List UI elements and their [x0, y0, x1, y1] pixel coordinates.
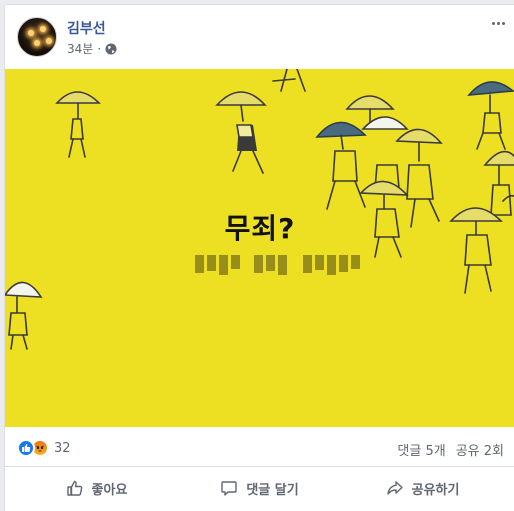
more-dots-icon[interactable]	[486, 13, 510, 33]
like-button[interactable]: 좋아요	[15, 471, 178, 505]
avatar[interactable]	[17, 17, 57, 57]
post-meta: 34분 ·	[67, 40, 117, 57]
image-headline: 무죄?	[224, 212, 296, 245]
comment-label: 댓글 달기	[246, 482, 299, 498]
post-time[interactable]: 34분	[67, 40, 93, 57]
engagement-counts: 댓글 5개 공유 2회	[397, 440, 504, 459]
thumbs-up-icon	[66, 480, 82, 496]
share-count[interactable]: 공유 2회	[456, 440, 504, 459]
share-label: 공유하기	[411, 482, 460, 498]
umbrella-people-illustration	[5, 69, 514, 350]
share-arrow-icon	[386, 481, 403, 495]
comment-icon	[221, 481, 238, 496]
blurred-caption	[195, 255, 360, 275]
post-image[interactable]: 무죄?	[5, 69, 514, 427]
like-label: 좋아요	[91, 482, 128, 498]
reaction-count: 32	[54, 440, 71, 456]
post-header: 김부선 34분 ·	[5, 5, 514, 69]
like-reaction-icon	[17, 439, 35, 457]
author-name[interactable]: 김부선	[67, 18, 106, 38]
comment-button[interactable]: 댓글 달기	[178, 471, 341, 505]
post-stats: 32 댓글 5개 공유 2회	[5, 427, 514, 467]
post-actions: 좋아요 댓글 달기 공유하기	[15, 471, 504, 505]
share-button[interactable]: 공유하기	[341, 471, 504, 505]
globe-icon[interactable]	[105, 43, 117, 55]
comment-count[interactable]: 댓글 5개	[397, 440, 445, 459]
reactions-summary[interactable]: 32	[17, 439, 71, 457]
post-card: 김부선 34분 · 무죄? 32 댓글 5개 공유 2회 좋아요 댓글 달기 공…	[4, 4, 514, 511]
